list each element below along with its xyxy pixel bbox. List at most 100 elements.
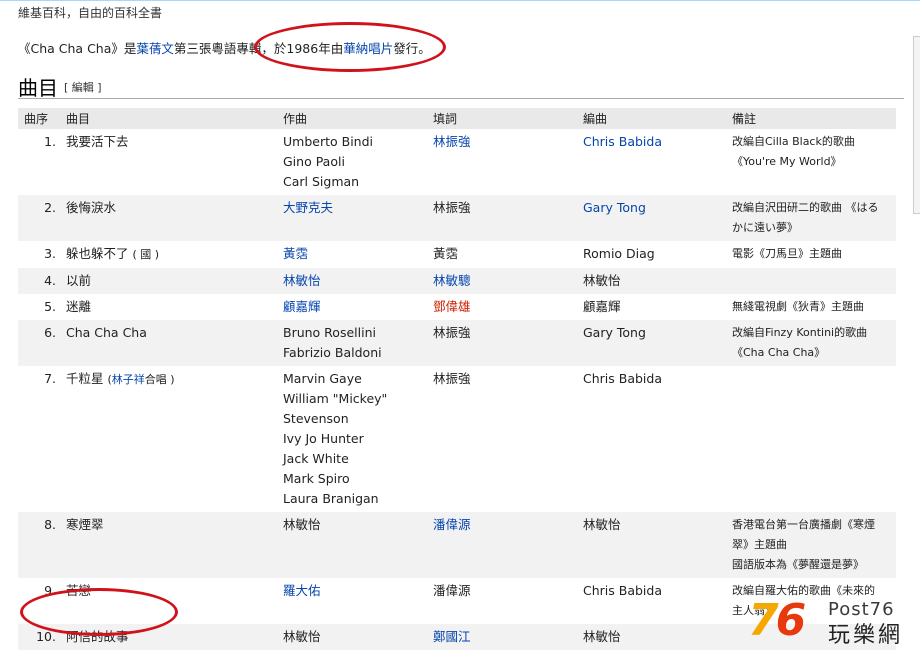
arranger: Chris Babida: [583, 583, 662, 598]
track-number: 6.: [18, 320, 60, 366]
composer: Marvin Gaye: [283, 371, 362, 386]
track-number: 5.: [44, 299, 56, 314]
track-title: 寒煙翠: [60, 512, 277, 578]
notes-cell: 香港電台第一台廣播劇《寒煙 翠》主題曲 國語版本為《夢醒還是夢》: [726, 512, 896, 578]
arranger: 林敏怡: [577, 268, 726, 294]
note-line: 《You're My World》: [732, 155, 842, 168]
lyricist: 潘偉源: [433, 583, 471, 598]
composer: Mark Spiro: [283, 471, 350, 486]
lyricist-link[interactable]: 林振強: [433, 134, 471, 149]
track-title: 我要活下去: [66, 134, 129, 149]
site-tagline: 維基百科，自由的百科全書: [18, 6, 163, 20]
scrollbar[interactable]: [913, 36, 920, 214]
track-number: 1.: [44, 134, 56, 149]
lyricist: 林振強: [427, 195, 577, 241]
lyricist-link[interactable]: 鄭國江: [433, 629, 471, 644]
composer: Umberto Bindi: [283, 134, 373, 149]
composer: 林敏怡: [277, 512, 427, 578]
arranger-link[interactable]: Chris Babida: [583, 134, 662, 149]
logo-digit-7: 7: [748, 595, 779, 646]
top-border: [0, 0, 920, 1]
lyricist: 黃霑: [433, 246, 459, 261]
track-number: 4.: [18, 268, 60, 294]
composer-link[interactable]: 顧嘉輝: [283, 299, 321, 314]
arranger: 林敏怡: [577, 512, 726, 578]
arranger-link[interactable]: Gary Tong: [583, 200, 646, 215]
arranger: Gary Tong: [577, 320, 726, 366]
composer: William "Mickey": [283, 391, 388, 406]
track-number: 8.: [18, 512, 60, 578]
lyricist: 林振強: [427, 320, 577, 366]
table-row: 3. 躲也躲不了 ( 國 ) 黃霑 黃霑 Romio Diag 電影《刀馬旦》主…: [18, 241, 896, 268]
note-line: 國語版本為《夢醒還是夢》: [732, 558, 864, 571]
composer-link[interactable]: 羅大佑: [283, 583, 321, 598]
composer: Bruno Rosellini: [283, 325, 376, 340]
note-line: 翠》主題曲: [732, 538, 787, 551]
lyricist-link[interactable]: 林敏驄: [433, 273, 471, 288]
composer-link[interactable]: 林敏怡: [283, 273, 321, 288]
arranger: 林敏怡: [577, 624, 726, 650]
table-row: 7. 千粒星 (林子祥合唱 ) Marvin Gaye William "Mic…: [18, 366, 896, 512]
track-title: 迷離: [66, 299, 92, 314]
header-composer: 作曲: [277, 108, 427, 129]
composer-link[interactable]: 大野克夫: [283, 200, 333, 215]
composer: Laura Branigan: [283, 491, 379, 506]
logo-digit-6: 6: [775, 595, 807, 646]
lyricist-link[interactable]: 鄧偉雄: [433, 299, 471, 314]
track-number: 3.: [44, 246, 56, 261]
composer-cell: Umberto Bindi Gino Paoli Carl Sigman: [277, 129, 427, 195]
arranger: 顧嘉輝: [583, 299, 621, 314]
note-line: 《Cha Cha Cha》: [732, 346, 826, 359]
notes-cell: [726, 366, 896, 512]
note-line: 改編自Finzy Kontini的歌曲: [732, 326, 868, 339]
header-lyricist: 填詞: [427, 108, 577, 129]
track-number: 7.: [44, 371, 56, 386]
notes-cell: 改編自沢田研二的歌曲 《はる かに遠い夢》: [726, 195, 896, 241]
logo-brand-cn: 玩樂網: [828, 623, 904, 648]
artist-link[interactable]: 葉蒨文: [136, 41, 174, 56]
duet-close: 合唱 ): [144, 373, 175, 386]
section-header: 曲目 [ 編輯 ]: [18, 70, 904, 100]
logo-number: 76: [748, 595, 807, 646]
section-title: 曲目: [18, 76, 58, 100]
track-title-note: ( 國 ): [132, 248, 160, 261]
composer-cell: Bruno Rosellini Fabrizio Baldoni: [277, 320, 427, 366]
arranger: Romio Diag: [583, 246, 655, 261]
notes-cell: 改編自Finzy Kontini的歌曲 《Cha Cha Cha》: [726, 320, 896, 366]
edit-link[interactable]: [ 編輯 ]: [64, 79, 102, 95]
composer-cell: Marvin Gaye William "Mickey" Stevenson I…: [277, 366, 427, 512]
table-row: 8. 寒煙翠 林敏怡 潘偉源 林敏怡 香港電台第一台廣播劇《寒煙 翠》主題曲 國…: [18, 512, 896, 578]
table-row: 6. Cha Cha Cha Bruno Rosellini Fabrizio …: [18, 320, 896, 366]
table-header-row: 曲序 曲目 作曲 填詞 編曲 備註: [18, 108, 896, 129]
annotation-ellipse-track-10: [20, 588, 178, 636]
duet-artist-link[interactable]: 林子祥: [112, 373, 145, 386]
header-notes: 備註: [726, 108, 896, 129]
header-title: 曲目: [60, 108, 277, 129]
notes-cell: 電影《刀馬旦》主題曲: [726, 241, 896, 268]
composer-link[interactable]: 黃霑: [283, 246, 308, 261]
composer: 林敏怡: [277, 624, 427, 650]
lyricist-link[interactable]: 潘偉源: [433, 517, 471, 532]
composer: Carl Sigman: [283, 174, 360, 189]
track-title: 以前: [60, 268, 277, 294]
composer: Fabrizio Baldoni: [283, 345, 382, 360]
note-line: 改編自沢田研二的歌曲 《はる: [732, 201, 879, 214]
post76-watermark-logo: 76 Post76 玩樂網: [748, 595, 918, 648]
notes-cell: [726, 268, 896, 294]
lyricist: 林振強: [433, 371, 471, 386]
track-number: 2.: [18, 195, 60, 241]
note-line: かに遠い夢》: [732, 221, 798, 234]
track-title: 後悔淚水: [60, 195, 277, 241]
note-line: 電影《刀馬旦》主題曲: [732, 247, 842, 260]
annotation-ellipse-release: [254, 22, 446, 72]
table-row: 5. 迷離 顧嘉輝 鄧偉雄 顧嘉輝 無綫電視劇《狄青》主題曲: [18, 294, 896, 320]
composer: Stevenson: [283, 411, 349, 426]
note-line: 無綫電視劇《狄青》主題曲: [732, 300, 864, 313]
table-row: 2. 後悔淚水 大野克夫 林振強 Gary Tong 改編自沢田研二的歌曲 《は…: [18, 195, 896, 241]
composer: Ivy Jo Hunter: [283, 431, 364, 446]
table-row: 1. 我要活下去 Umberto Bindi Gino Paoli Carl S…: [18, 129, 896, 195]
header-arranger: 編曲: [577, 108, 726, 129]
note-line: 改編自Cilla Black的歌曲: [732, 135, 855, 148]
notes-cell: 無綫電視劇《狄青》主題曲: [726, 294, 896, 320]
header-track-no: 曲序: [18, 108, 60, 129]
